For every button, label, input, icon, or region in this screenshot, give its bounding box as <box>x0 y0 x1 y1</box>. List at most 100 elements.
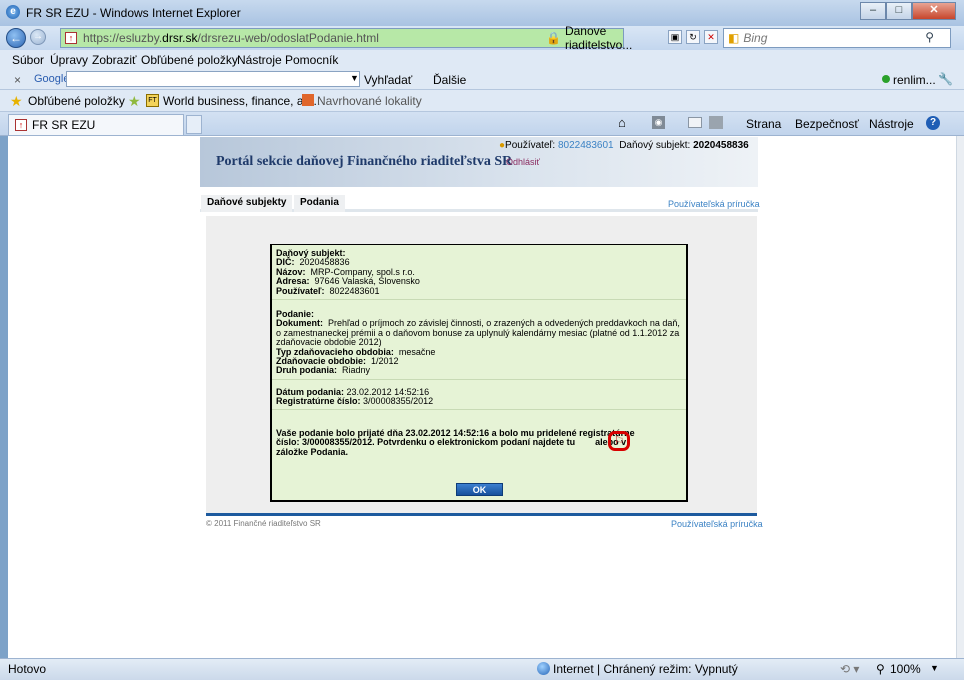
address-bar[interactable]: ↑ https://esluzby. drsr.sk/drsrezu-web/od… <box>60 28 624 48</box>
footer-divider <box>206 513 757 516</box>
period-type-value: mesačne <box>398 346 436 357</box>
url-path: /drsrezu-web/odoslatPodanie.html <box>197 31 379 45</box>
user-label: Používateľ: <box>505 140 556 151</box>
google-more-button[interactable]: Ďalšie <box>433 73 466 87</box>
logout-link[interactable]: Odhlásiť <box>506 157 540 167</box>
pdf-receipt-icon[interactable]: ⚐ <box>608 431 630 451</box>
message-line-3: záložke Podania. <box>276 446 349 457</box>
zoom-level[interactable]: 100% <box>890 662 921 676</box>
feeds-icon[interactable]: ◉ <box>652 116 665 129</box>
tab-title: FR SR EZU <box>32 118 96 132</box>
menu-edit[interactable]: Úpravy <box>50 53 88 67</box>
add-favorite-icon[interactable]: ★ <box>128 93 141 110</box>
ft-favicon-icon: FT <box>146 94 159 107</box>
google-search-input[interactable] <box>66 71 360 87</box>
subject-label: Daňový subjekt: <box>619 140 691 151</box>
vertical-scrollbar[interactable] <box>956 136 964 658</box>
filing-section: Podanie: Dokument: Prehľad o príjmoch zo… <box>276 309 684 376</box>
favorites-button[interactable]: Obľúbené položky <box>28 94 125 108</box>
menu-file[interactable]: Súbor <box>12 53 44 67</box>
subject-value: 2020458836 <box>693 140 749 151</box>
refresh-icon[interactable]: ↻ <box>686 30 700 44</box>
compatibility-icon[interactable]: ▣ <box>668 30 682 44</box>
suggested-sites-icon <box>302 94 314 106</box>
google-user[interactable]: renlim... <box>893 73 936 87</box>
menu-tools[interactable]: Nástroje <box>237 53 282 67</box>
google-logo: Google <box>34 73 70 85</box>
certificate-name: Danove riaditelstvo... <box>564 24 633 52</box>
date-section: Dátum podania: 23.02.2012 14:52:16 Regis… <box>276 387 684 407</box>
forward-button[interactable]: → <box>30 29 46 45</box>
user-info: ●Používateľ: 8022483601 Daňový subjekt: … <box>499 140 749 151</box>
kind-value: Riadny <box>342 365 371 376</box>
safety-menu[interactable]: Bezpečnosť <box>795 117 859 131</box>
security-zone[interactable]: Internet | Chránený režim: Vypnutý <box>553 662 738 676</box>
close-button[interactable]: ✕ <box>912 2 956 20</box>
dialog-separator <box>272 299 686 300</box>
kind-label: Druh podania: <box>276 365 337 376</box>
search-box[interactable]: ◧ Bing ⚲ <box>723 28 951 48</box>
globe-icon <box>537 662 550 675</box>
title-bar: e FR SR EZU - Windows Internet Explorer … <box>0 0 964 26</box>
ie-logo-icon: e <box>6 5 20 19</box>
document-value: Prehľad o príjmoch zo závislej činnosti,… <box>276 318 680 348</box>
footer-user-guide-link[interactable]: Používateľská príručka <box>671 519 763 529</box>
search-icon[interactable]: ⚲ <box>925 30 934 44</box>
favorites-star-icon: ★ <box>10 93 23 109</box>
popup-blocker-icon[interactable]: ⟲ ▾ <box>840 662 859 676</box>
tab-danove-subjekty[interactable]: Daňové subjekty <box>201 195 293 212</box>
dialog-separator <box>272 379 686 380</box>
address-tools: ▣ ↻ ✕ <box>668 30 718 44</box>
print-icon[interactable] <box>709 116 723 129</box>
registration-label: Registratúrne číslo: <box>276 396 361 407</box>
security-report[interactable]: 🔒 Danove riaditelstvo... <box>546 24 668 52</box>
bing-icon: ◧ <box>728 31 740 45</box>
confirmation-dialog: Daňový subjekt: DIČ: 2020458836 Názov: M… <box>270 244 688 502</box>
mail-icon[interactable] <box>688 117 702 128</box>
tab-favicon-icon: ↑ <box>15 119 27 131</box>
minimize-button[interactable]: – <box>860 2 886 20</box>
address-row: ← → ↑ https://esluzby. drsr.sk/drsrezu-we… <box>0 24 964 52</box>
menu-bar: Súbor Úpravy Zobraziť Obľúbené položky N… <box>0 50 964 70</box>
menu-favorites[interactable]: Obľúbené položky <box>141 53 238 67</box>
ok-button[interactable]: OK <box>456 483 503 496</box>
dialog-user-label: Používateľ: <box>276 285 325 296</box>
maximize-button[interactable]: □ <box>886 2 912 20</box>
dialog-separator <box>272 409 686 410</box>
portal-title: Portál sekcie daňovej Finančného riadite… <box>216 154 513 169</box>
tab-podania[interactable]: Podania <box>294 195 345 212</box>
favorite-link-ft[interactable]: World business, finance, an... <box>163 94 320 108</box>
status-bar: Hotovo Internet | Chránený režim: Vypnut… <box>0 658 964 680</box>
status-dot-icon <box>882 75 890 83</box>
new-tab-button[interactable] <box>186 115 202 134</box>
tools-menu[interactable]: Nástroje <box>869 117 914 131</box>
stop-icon[interactable]: ✕ <box>704 30 718 44</box>
back-button[interactable]: ← <box>6 28 26 48</box>
search-placeholder: Bing <box>743 31 768 45</box>
home-icon[interactable]: ⌂ <box>618 115 626 130</box>
lock-icon: 🔒 <box>546 31 561 45</box>
dialog-user-value: 8022483601 <box>329 285 380 296</box>
help-icon[interactable]: ? <box>926 116 940 130</box>
user-value[interactable]: 8022483601 <box>558 140 614 151</box>
wrench-icon[interactable]: 🔧 <box>938 72 953 86</box>
site-favicon-icon: ↑ <box>65 32 77 44</box>
url-host: drsr.sk <box>162 31 198 45</box>
toolbar-close-button[interactable]: × <box>14 73 21 87</box>
menu-help[interactable]: Pomocník <box>285 53 338 67</box>
menu-view[interactable]: Zobraziť <box>92 53 137 67</box>
window-title: FR SR EZU - Windows Internet Explorer <box>26 6 241 20</box>
window-controls: – □ ✕ <box>860 2 956 20</box>
user-guide-link[interactable]: Používateľská príručka <box>668 199 760 209</box>
subject-section: Daňový subjekt: DIČ: 2020458836 Názov: M… <box>276 248 684 296</box>
tab-fr-sr-ezu[interactable]: ↑ FR SR EZU <box>8 114 184 135</box>
status-text: Hotovo <box>8 662 47 676</box>
zoom-chevron-down-icon[interactable]: ▼ <box>930 663 939 673</box>
chevron-down-icon[interactable]: ▼ <box>350 73 359 83</box>
zoom-icon: ⚲ <box>876 662 885 676</box>
page-menu[interactable]: Strana <box>746 117 781 131</box>
google-search-button[interactable]: Vyhľadať <box>364 73 412 87</box>
period-value: 1/2012 <box>371 356 399 367</box>
tab-row: ↑ FR SR EZU ⌂ ◉ Strana Bezpečnosť Nástro… <box>0 112 964 136</box>
favorite-link-suggested[interactable]: Navrhované lokality <box>317 94 422 108</box>
